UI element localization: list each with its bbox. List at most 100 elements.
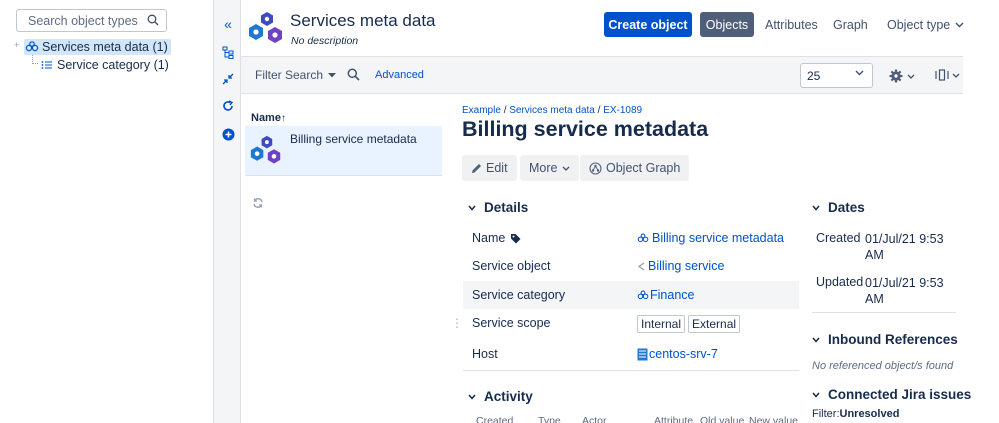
chevron-down-icon: [952, 73, 960, 78]
breadcrumb-link[interactable]: Example: [462, 105, 501, 116]
column-header-label: Name: [251, 112, 281, 124]
view-icon: [935, 69, 949, 81]
more-button-label: More: [529, 161, 558, 175]
inbound-empty-message: No referenced object/s found: [812, 360, 954, 372]
scope-tag: External: [688, 315, 741, 333]
jira-filter[interactable]: Filter:Unresolved: [812, 408, 899, 420]
attribute-row-service-object: Service object Billing service: [463, 252, 799, 280]
filter-search-dropdown[interactable]: Filter Search: [255, 68, 337, 82]
attribute-key: Service category: [472, 288, 566, 302]
filter-search-label: Filter Search: [255, 68, 324, 82]
object-graph-button[interactable]: Object Graph: [580, 155, 690, 181]
dates-divider: [812, 312, 956, 313]
breadcrumb-link[interactable]: Services meta data: [509, 105, 595, 116]
edit-icon: [472, 163, 481, 173]
attribute-value: Finance: [650, 288, 695, 302]
caret-down-icon: [328, 72, 337, 77]
tab-object-type-label: Object type: [887, 17, 951, 32]
tab-objects[interactable]: Objects: [700, 12, 754, 37]
dates-section-toggle[interactable]: Dates: [812, 200, 865, 215]
details-divider: [463, 370, 799, 371]
object-graph-label: Object Graph: [606, 161, 681, 175]
list-icon: [41, 61, 52, 69]
chevron-down-icon: [812, 205, 820, 211]
page-size-value: 25: [807, 69, 821, 83]
reference-icon: [637, 261, 645, 271]
attribute-key: Service scope: [472, 316, 551, 330]
refresh-icon[interactable]: [220, 98, 236, 114]
attribute-value-tags: Internal External: [637, 315, 743, 333]
attribute-row-host: Host centos-srv-7: [463, 340, 799, 368]
collapse-icon[interactable]: «: [220, 16, 236, 32]
activity-section-toggle[interactable]: Activity: [468, 389, 533, 404]
activity-column-header: Attribute: [654, 415, 694, 423]
attribute-value-link[interactable]: Billing service: [637, 259, 724, 273]
activity-column-header: Created: [476, 415, 514, 423]
tab-attributes[interactable]: Attributes: [765, 12, 818, 37]
attribute-row-service-scope: Service scope Internal External: [463, 309, 799, 337]
chevron-down-icon: [812, 337, 820, 343]
search-object-types-input[interactable]: Search object types: [16, 9, 167, 32]
tree-node-label: Services meta data (1): [42, 40, 168, 54]
created-value: 01/Jul/21 9:53 AM: [865, 232, 944, 262]
chevron-down-icon: [563, 166, 570, 171]
tag-icon: [511, 233, 521, 243]
services-meta-icon: [25, 41, 39, 52]
inbound-section-toggle[interactable]: Inbound References: [812, 332, 958, 347]
view-mode-menu[interactable]: [935, 69, 960, 81]
add-icon[interactable]: [220, 126, 236, 142]
tree-node-services-meta-data[interactable]: Services meta data (1): [24, 39, 171, 55]
chevron-down-icon: [855, 70, 864, 76]
hierarchy-icon[interactable]: [220, 44, 236, 60]
inbound-heading: Inbound References: [828, 332, 958, 347]
settings-menu[interactable]: [889, 69, 915, 83]
dates-heading: Dates: [828, 200, 865, 215]
create-object-button[interactable]: Create object: [604, 12, 692, 37]
edit-button[interactable]: Edit: [462, 155, 517, 181]
attribute-value: Billing service: [648, 259, 725, 273]
breadcrumb-link[interactable]: EX-1089: [603, 105, 642, 116]
attribute-key: Name: [472, 231, 521, 245]
tree-node-service-category[interactable]: Service category (1): [41, 58, 169, 72]
advanced-search-link[interactable]: Advanced: [375, 69, 424, 81]
tab-object-type[interactable]: Object type: [887, 12, 964, 37]
chevron-down-icon: [468, 394, 476, 400]
scope-tag: Internal: [637, 315, 686, 333]
list-item[interactable]: Billing service metadata: [245, 126, 442, 176]
search-icon[interactable]: [347, 68, 360, 81]
jira-heading: Connected Jira issues: [828, 387, 972, 402]
chevron-down-icon: [468, 205, 476, 211]
details-heading: Details: [484, 200, 529, 215]
resize-handle[interactable]: ⋮: [451, 316, 463, 330]
expand-icon[interactable]: [220, 71, 236, 87]
app-root: Search object types + Services meta data…: [0, 0, 999, 423]
details-section-toggle[interactable]: Details: [468, 200, 528, 215]
tree-expand-toggle[interactable]: +: [14, 40, 19, 50]
attribute-value-link[interactable]: centos-srv-7: [637, 347, 718, 361]
finance-icon: [637, 290, 649, 299]
object-title: Billing service metadata: [462, 117, 709, 141]
activity-heading: Activity: [484, 389, 533, 404]
filter-label: Filter:: [812, 408, 840, 420]
attribute-key: Service object: [472, 259, 551, 273]
search-icon[interactable]: [147, 14, 159, 29]
page-size-select[interactable]: 25: [800, 63, 873, 88]
list-column-name[interactable]: Name↑: [251, 112, 286, 124]
refresh-icon[interactable]: [252, 197, 264, 212]
search-placeholder: Search object types: [28, 14, 138, 28]
attribute-value: Billing service metadata: [652, 231, 785, 245]
updated-value: 01/Jul/21 9:53 AM: [865, 276, 944, 306]
attribute-value-link[interactable]: Billing service metadata: [637, 231, 784, 245]
updated-label: Updated: [816, 275, 864, 289]
tree-node-label: Service category (1): [57, 58, 169, 72]
attribute-row-service-category: Service category Finance: [463, 281, 799, 309]
jira-section-toggle[interactable]: Connected Jira issues: [812, 387, 971, 402]
activity-column-header: Type: [538, 415, 561, 423]
activity-column-header: Actor: [582, 415, 607, 423]
breadcrumb: Example / Services meta data / EX-1089: [462, 105, 642, 116]
more-button[interactable]: More: [520, 155, 580, 181]
tab-graph[interactable]: Graph: [833, 12, 868, 37]
chevron-down-icon: [907, 74, 915, 79]
list-item-label: Billing service metadata: [290, 132, 417, 146]
attribute-value-link[interactable]: Finance: [637, 288, 694, 302]
